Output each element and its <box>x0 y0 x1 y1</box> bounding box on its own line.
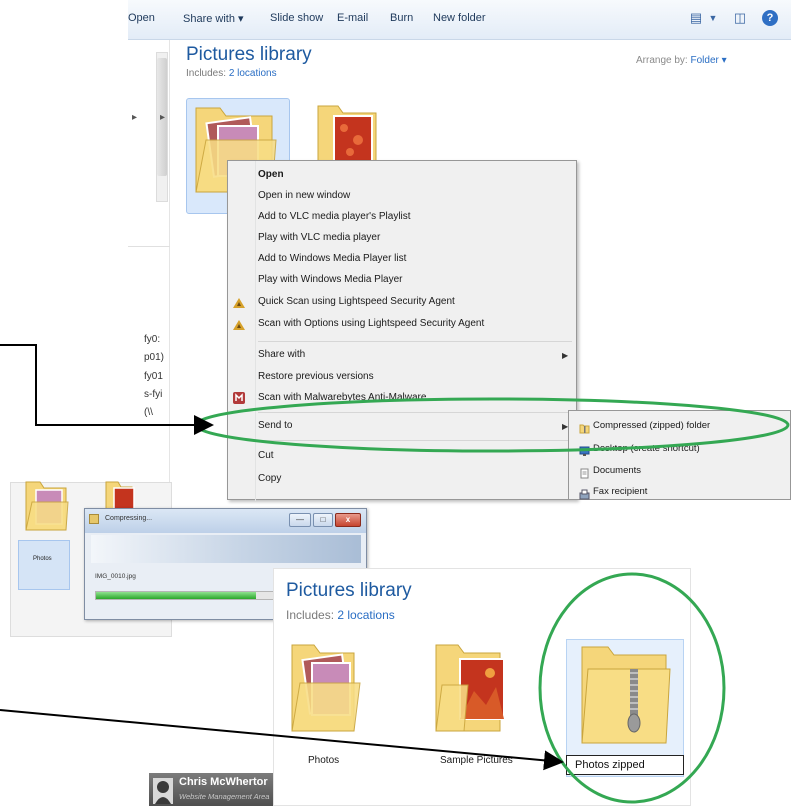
menu-item-copy[interactable]: Copy <box>258 473 281 484</box>
library-includes: Includes: 2 locations <box>186 68 277 79</box>
lightspeed-icon <box>232 318 246 332</box>
thumb-label: Photos <box>33 556 52 562</box>
menu-item-send-to[interactable]: Send to <box>258 420 292 431</box>
pictures-library-window: Pictures library Includes: 2 locations P… <box>273 568 691 806</box>
progress-fill <box>96 592 256 599</box>
arrange-dropdown[interactable]: Folder ▾ <box>690 55 726 66</box>
send-to-compressed[interactable]: Compressed (zipped) folder <box>593 420 710 431</box>
nav-divider <box>128 246 170 247</box>
menu-item-wmp-play[interactable]: Play with Windows Media Player <box>258 274 403 285</box>
menu-item-vlc-playlist[interactable]: Add to VLC media player's Playlist <box>258 211 411 222</box>
nav-item[interactable]: p01) <box>144 352 168 363</box>
menu-item-quick-scan[interactable]: Quick Scan using Lightspeed Security Age… <box>258 296 455 307</box>
send-to-desktop[interactable]: Desktop (create shortcut) <box>593 443 700 454</box>
send-to-fax[interactable]: Fax recipient <box>593 486 647 497</box>
new-folder-button[interactable]: New folder <box>433 12 486 24</box>
rename-input[interactable]: Photos zipped <box>566 755 684 775</box>
close-button[interactable]: x <box>335 513 361 527</box>
menu-separator <box>258 440 572 441</box>
includes-label: Includes: <box>286 608 335 622</box>
view-options-icon[interactable]: ▤ <box>688 10 704 26</box>
fax-icon <box>579 487 590 500</box>
folder-icon <box>25 481 69 531</box>
menu-item-wmp-list[interactable]: Add to Windows Media Player list <box>258 253 406 264</box>
menu-item-vlc-play[interactable]: Play with VLC media player <box>258 232 380 243</box>
explorer-toolbar: Open Share with ▾ Slide show E-mail Burn… <box>128 0 791 40</box>
zip-icon <box>89 514 99 524</box>
desktop-icon <box>579 444 590 456</box>
folder-icon[interactable] <box>284 639 364 739</box>
expand-arrow-icon[interactable]: ▸ <box>160 112 165 123</box>
nav-item[interactable]: fy0: <box>144 334 168 345</box>
arrange-label: Arrange by: <box>636 55 688 66</box>
dialog-title: Compressing... <box>105 515 153 522</box>
share-with-button[interactable]: Share with ▾ <box>183 12 244 25</box>
menu-separator <box>258 341 572 342</box>
malwarebytes-icon <box>232 391 246 405</box>
lightspeed-icon <box>232 296 246 310</box>
nav-item[interactable]: fy01 <box>144 371 168 382</box>
open-button[interactable]: Open <box>128 12 155 24</box>
menu-item-cut[interactable]: Cut <box>258 450 274 461</box>
documents-icon <box>579 466 590 479</box>
preview-pane-icon[interactable]: ◫ <box>732 10 748 26</box>
context-menu: Open Open in new window Add to VLC media… <box>227 160 577 501</box>
user-subtitle: Website Management Area <box>179 792 270 801</box>
library-title: Pictures library <box>286 580 412 601</box>
menu-item-share-with[interactable]: Share with <box>258 349 305 360</box>
send-to-submenu: Compressed (zipped) folder Desktop (crea… <box>568 410 791 500</box>
locations-link[interactable]: 2 locations <box>337 608 394 622</box>
dialog-header-banner <box>91 535 361 563</box>
locations-link[interactable]: 2 locations <box>229 68 277 79</box>
user-name: Chris McWhertor <box>179 776 268 788</box>
chevron-down-icon[interactable]: ▼ <box>705 10 721 26</box>
submenu-arrow-icon: ▶ <box>562 351 569 360</box>
slide-show-button[interactable]: Slide show <box>270 12 323 24</box>
zip-folder-icon <box>579 421 590 434</box>
menu-item-open-new-window[interactable]: Open in new window <box>258 190 350 201</box>
burn-button[interactable]: Burn <box>390 12 413 24</box>
folder-label-photos: Photos <box>308 755 340 766</box>
email-button[interactable]: E-mail <box>337 12 368 24</box>
includes-label: Includes: <box>186 68 227 79</box>
menu-item-restore[interactable]: Restore previous versions <box>258 371 374 382</box>
menu-gutter <box>255 161 256 501</box>
send-to-documents[interactable]: Documents <box>593 465 641 476</box>
help-icon[interactable]: ? <box>762 10 778 26</box>
folder-icon[interactable] <box>424 639 514 739</box>
expand-arrow-icon[interactable]: ▸ <box>132 112 137 123</box>
user-badge: Chris McWhertor Website Management Area <box>149 773 273 806</box>
nav-item[interactable]: (\\ <box>144 407 168 418</box>
folder-label-sample-pictures: Sample Pictures <box>440 755 513 766</box>
photos-thumb-selected[interactable] <box>18 540 70 590</box>
menu-separator <box>258 412 572 413</box>
menu-item-malwarebytes[interactable]: Scan with Malwarebytes Anti-Malware <box>258 392 426 403</box>
library-includes: Includes: 2 locations <box>286 608 395 622</box>
menu-item-scan-options[interactable]: Scan with Options using Lightspeed Secur… <box>258 318 484 329</box>
library-title: Pictures library <box>186 44 312 65</box>
nav-item[interactable]: s-fyi <box>144 389 168 400</box>
arrange-by: Arrange by: Folder ▾ <box>636 55 727 66</box>
compress-filename: IMG_0010.jpg <box>95 573 136 580</box>
zip-folder-icon[interactable] <box>574 639 674 749</box>
menu-item-open[interactable]: Open <box>258 169 284 180</box>
minimize-button[interactable]: — <box>289 513 311 527</box>
avatar <box>153 778 173 804</box>
maximize-button[interactable]: □ <box>313 513 333 527</box>
